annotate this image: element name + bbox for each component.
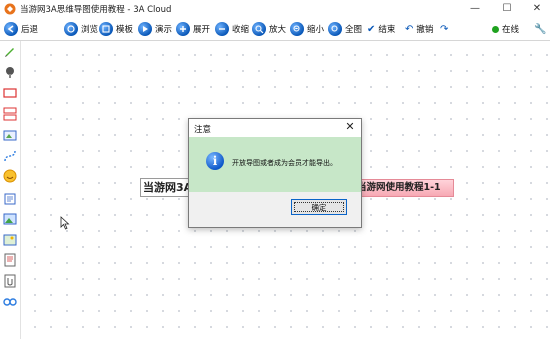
notice-dialog: 注意 ✕ i 开放导图或者成为会员才能导出。 确定 bbox=[188, 118, 362, 228]
undo-icon: ↶ bbox=[405, 23, 414, 35]
dialog-close-button[interactable]: ✕ bbox=[343, 120, 357, 134]
finish-label: 结束 bbox=[378, 25, 396, 35]
dialog-title: 注意 bbox=[194, 125, 212, 135]
dialog-footer: 确定 bbox=[189, 192, 361, 227]
collapse-button[interactable]: 收缩 bbox=[215, 21, 249, 37]
document-icon[interactable] bbox=[3, 253, 17, 267]
emoji-icon[interactable] bbox=[3, 169, 17, 183]
settings-button[interactable]: 🔧 bbox=[534, 21, 546, 37]
full-view-button[interactable]: 全图 bbox=[328, 21, 362, 37]
note-icon[interactable] bbox=[3, 192, 17, 206]
template-button[interactable]: 模板 bbox=[99, 21, 133, 37]
add-topic-icon[interactable] bbox=[3, 86, 17, 100]
present-icon bbox=[138, 22, 152, 36]
full-view-label: 全图 bbox=[345, 25, 363, 35]
ok-button[interactable]: 确定 bbox=[291, 199, 347, 215]
insert-picture-icon[interactable] bbox=[3, 212, 17, 226]
full-view-icon bbox=[328, 22, 342, 36]
check-icon: ✔ bbox=[367, 23, 376, 35]
expand-icon bbox=[176, 22, 190, 36]
zoom-in-label: 放大 bbox=[269, 25, 287, 35]
pen-icon[interactable] bbox=[3, 44, 17, 58]
zoom-in-button[interactable]: 放大 bbox=[252, 21, 286, 37]
expand-label: 展开 bbox=[193, 25, 211, 35]
redo-icon: ↷ bbox=[440, 23, 449, 35]
online-label: 在线 bbox=[502, 25, 520, 35]
template-label: 模板 bbox=[116, 25, 134, 35]
online-dot-icon bbox=[492, 25, 499, 33]
present-label: 演示 bbox=[155, 25, 173, 35]
window-title: 当游网3A思维导图使用教程 - 3A Cloud bbox=[20, 5, 172, 15]
zoom-in-icon bbox=[252, 22, 266, 36]
browse-icon bbox=[64, 22, 78, 36]
back-button[interactable]: 后退 bbox=[4, 21, 38, 37]
undo-button[interactable]: ↶ 撤销 bbox=[405, 21, 433, 37]
ok-button-label: 确定 bbox=[311, 203, 327, 212]
attachment-icon[interactable] bbox=[3, 274, 17, 288]
zoom-out-label: 缩小 bbox=[307, 25, 325, 35]
title-bar: 当游网3A思维导图使用教程 - 3A Cloud — ☐ ✕ bbox=[0, 0, 550, 18]
online-status[interactable]: 在线 bbox=[492, 21, 519, 37]
dialog-title-bar: 注意 ✕ bbox=[189, 119, 361, 137]
format-painter-icon[interactable] bbox=[3, 65, 17, 79]
landscape-icon[interactable] bbox=[3, 233, 17, 247]
present-button[interactable]: 演示 bbox=[138, 21, 172, 37]
back-icon bbox=[4, 22, 18, 36]
add-subtopic-icon[interactable] bbox=[3, 107, 17, 121]
toolbar: 后退 浏览 模板 演示 展开 收缩 放大 缩小 全图 ✔ 结束 ↶ 撤销 ↷ 在… bbox=[0, 18, 550, 40]
zoom-out-icon bbox=[290, 22, 304, 36]
close-window-button[interactable]: ✕ bbox=[526, 0, 548, 18]
insert-image-icon[interactable] bbox=[3, 128, 17, 142]
expand-button[interactable]: 展开 bbox=[176, 21, 210, 37]
link-icon[interactable] bbox=[3, 295, 17, 309]
info-icon: i bbox=[206, 152, 224, 170]
relation-line-icon[interactable] bbox=[3, 149, 17, 163]
subtopic-node[interactable]: 当游网使用教程1-1 bbox=[354, 179, 454, 197]
dialog-body: i 开放导图或者成为会员才能导出。 bbox=[189, 137, 361, 192]
app-logo-icon bbox=[4, 3, 16, 15]
finish-button[interactable]: ✔ 结束 bbox=[367, 21, 395, 37]
template-icon bbox=[99, 22, 113, 36]
browse-label: 浏览 bbox=[81, 25, 99, 35]
collapse-label: 收缩 bbox=[232, 25, 250, 35]
browse-button[interactable]: 浏览 bbox=[64, 21, 98, 37]
redo-button[interactable]: ↷ bbox=[440, 21, 448, 37]
mouse-cursor-icon bbox=[60, 216, 70, 230]
wrench-icon: 🔧 bbox=[534, 23, 547, 35]
zoom-out-button[interactable]: 缩小 bbox=[290, 21, 324, 37]
back-label: 后退 bbox=[21, 25, 39, 35]
dialog-message: 开放导图或者成为会员才能导出。 bbox=[232, 159, 337, 167]
minimize-button[interactable]: — bbox=[464, 0, 486, 18]
tool-sidebar bbox=[0, 41, 21, 339]
collapse-icon bbox=[215, 22, 229, 36]
undo-label: 撤销 bbox=[416, 25, 434, 35]
maximize-button[interactable]: ☐ bbox=[496, 0, 518, 18]
